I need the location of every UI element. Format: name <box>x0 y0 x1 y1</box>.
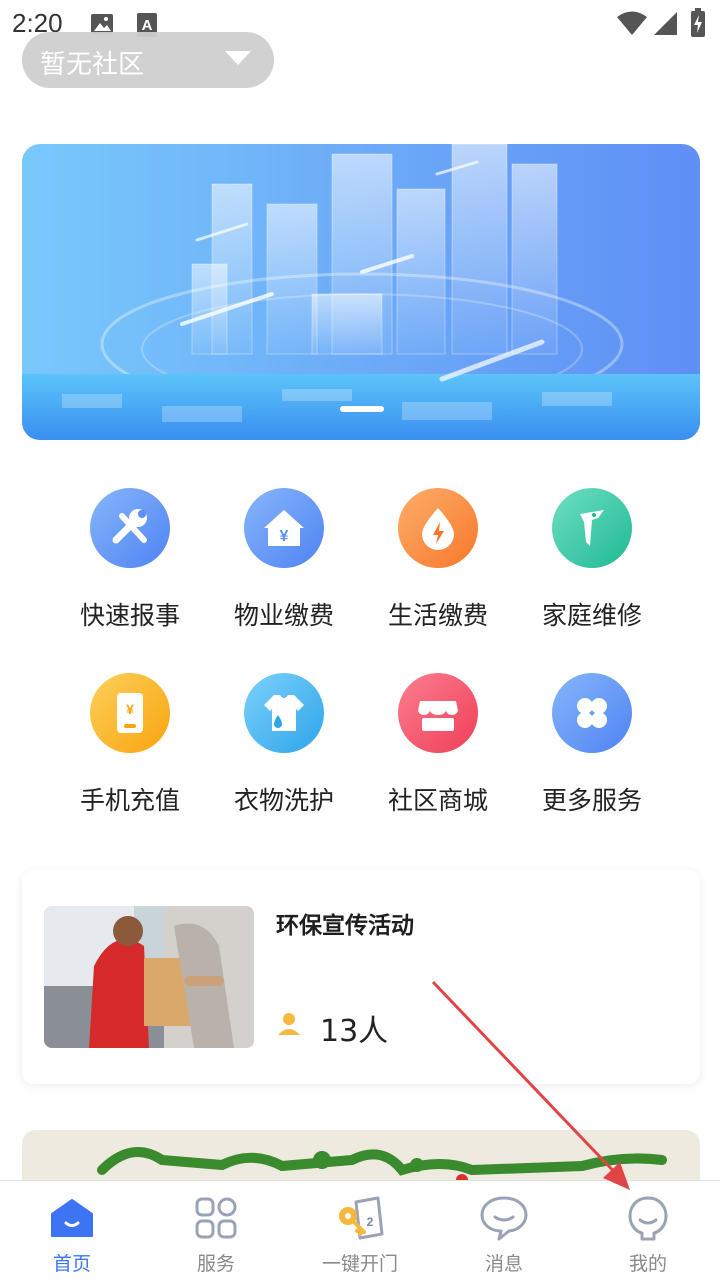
bottom-tab-bar: 首页 服务 2 一键开门 消息 我的 <box>0 1180 720 1281</box>
tab-label: 我的 <box>628 1253 667 1275</box>
apps-icon <box>144 1193 288 1243</box>
message-icon <box>432 1193 576 1243</box>
tab-messages[interactable]: 消息 <box>432 1193 576 1276</box>
home-icon <box>0 1193 144 1243</box>
svg-text:¥: ¥ <box>126 701 134 717</box>
svg-text:¥: ¥ <box>280 528 289 545</box>
tab-profile[interactable]: 我的 <box>576 1193 720 1276</box>
wifi-icon <box>616 10 648 40</box>
tab-home[interactable]: 首页 <box>0 1193 144 1276</box>
tab-label: 消息 <box>484 1253 523 1275</box>
service-label: 快速报事 <box>79 601 180 630</box>
service-label: 衣物洗护 <box>233 786 334 815</box>
service-label: 更多服务 <box>541 786 642 815</box>
activity-participant-count: 13人 <box>320 1014 389 1049</box>
service-laundry[interactable]: 衣物洗护 <box>206 673 362 817</box>
woodpecker-icon <box>552 488 632 568</box>
service-mall[interactable]: 社区商城 <box>360 673 516 817</box>
service-label: 物业缴费 <box>233 601 334 630</box>
service-quick-report[interactable]: 快速报事 <box>52 488 208 632</box>
person-icon <box>276 1012 302 1040</box>
activity-title: 环保宣传活动 <box>276 913 414 939</box>
service-label: 社区商城 <box>387 786 488 815</box>
house-yen-icon: ¥ <box>244 488 324 568</box>
phone-yen-icon: ¥ <box>90 673 170 753</box>
tab-label: 服务 <box>196 1253 235 1275</box>
svg-text:2: 2 <box>367 1215 374 1229</box>
shirt-icon <box>244 673 324 753</box>
tab-label: 一键开门 <box>321 1253 398 1275</box>
activity-card[interactable]: 环保宣传活动 13人 <box>22 870 700 1084</box>
tab-services[interactable]: 服务 <box>144 1193 288 1276</box>
grid-icon <box>552 673 632 753</box>
service-label: 手机充值 <box>79 786 180 815</box>
service-more[interactable]: 更多服务 <box>514 673 670 817</box>
carousel-indicator <box>340 406 384 412</box>
community-selector[interactable]: 暂无社区 <box>22 32 274 88</box>
wrench-icon <box>90 488 170 568</box>
service-phone-recharge[interactable]: ¥ 手机充值 <box>52 673 208 817</box>
service-label: 生活缴费 <box>387 601 488 630</box>
signal-icon <box>652 10 678 40</box>
tab-open-door[interactable]: 2 一键开门 <box>288 1193 432 1276</box>
promo-banner[interactable] <box>22 144 700 440</box>
service-property-fee[interactable]: ¥ 物业缴费 <box>206 488 362 632</box>
key-icon: 2 <box>288 1193 432 1243</box>
tab-label: 首页 <box>52 1253 91 1275</box>
store-icon <box>398 673 478 753</box>
battery-icon <box>690 8 706 42</box>
activity-image <box>44 906 254 1048</box>
city-banner-image <box>22 144 700 440</box>
service-utility-fee[interactable]: 生活缴费 <box>360 488 516 632</box>
profile-icon <box>576 1193 720 1243</box>
drop-bolt-icon <box>398 488 478 568</box>
service-label: 家庭维修 <box>541 601 642 630</box>
service-home-repair[interactable]: 家庭维修 <box>514 488 670 632</box>
chevron-down-icon <box>224 50 252 70</box>
community-label: 暂无社区 <box>40 50 145 80</box>
